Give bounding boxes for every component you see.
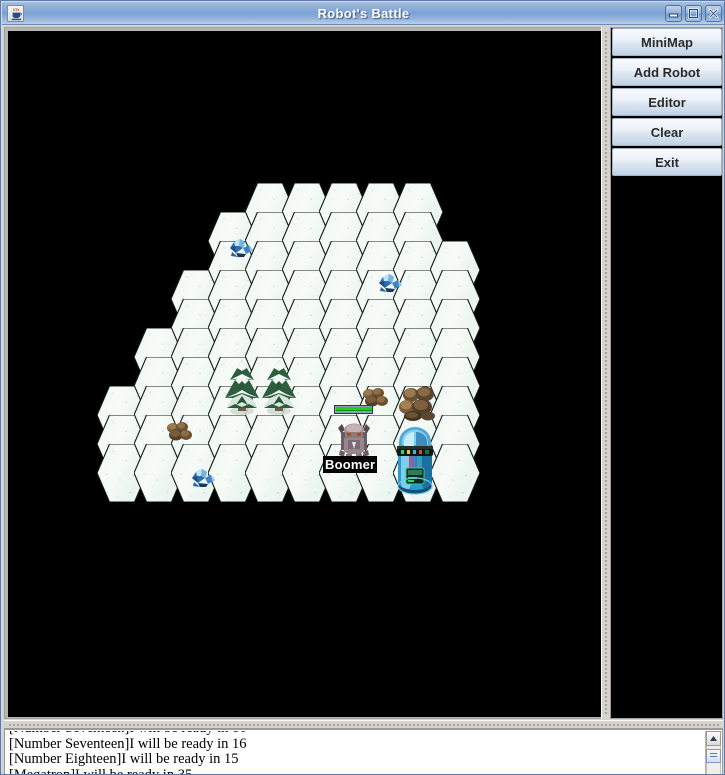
scrollbar-thumb[interactable] <box>706 749 721 763</box>
map-hex-tile[interactable] <box>430 444 480 502</box>
scroll-up-arrow-icon[interactable] <box>706 731 721 746</box>
health-bar-fill <box>336 407 372 411</box>
exit-button[interactable]: Exit <box>612 148 722 176</box>
control-button-stack: MiniMap Add Robot Editor Clear Exit <box>612 28 722 178</box>
pine-tree-icon[interactable] <box>258 358 300 416</box>
close-button[interactable] <box>705 5 722 22</box>
minimize-button[interactable] <box>665 5 682 22</box>
unit-health-bar <box>334 405 373 414</box>
hex-fill <box>430 444 480 502</box>
splitter-grip-dots <box>604 31 609 715</box>
teleport-pod-icon[interactable] <box>394 426 436 496</box>
scrollbar-thumb-grip <box>710 753 717 759</box>
splitter-grip-dots <box>8 723 719 728</box>
add-robot-button[interactable]: Add Robot <box>612 58 722 86</box>
window-content: Boomer MiniMap Add Robot Editor Clear Ex… <box>2 25 724 775</box>
boulder-pile-icon[interactable] <box>398 385 438 426</box>
pine-tree-icon[interactable] <box>221 358 263 416</box>
ice-crystal-icon[interactable] <box>189 463 219 489</box>
game-canvas[interactable]: Boomer <box>8 31 602 717</box>
vertical-splitter[interactable] <box>601 27 611 719</box>
message-log-viewport[interactable]: [Number Seventeen]I will be ready in 16 … <box>6 731 706 775</box>
clear-button[interactable]: Clear <box>612 118 722 146</box>
ice-crystal-icon[interactable] <box>376 268 406 294</box>
application-window: Robot's Battle Boomer MiniMap Add Robot … <box>0 0 725 775</box>
window-title: Robot's Battle <box>317 6 410 21</box>
message-log-lines: [Number Seventeen]I will be ready in 16 … <box>9 731 699 775</box>
minimap-button[interactable]: MiniMap <box>612 28 722 56</box>
boulder-icon[interactable] <box>165 420 193 442</box>
control-panel: MiniMap Add Robot Editor Clear Exit <box>611 27 723 719</box>
horizontal-splitter[interactable] <box>4 720 723 729</box>
title-bar: Robot's Battle <box>2 2 724 25</box>
maximize-button[interactable] <box>685 5 702 22</box>
main-split-pane: Boomer MiniMap Add Robot Editor Clear Ex… <box>4 27 723 719</box>
log-vertical-scrollbar[interactable] <box>705 731 721 774</box>
unit-name-label: Boomer <box>323 456 378 473</box>
game-view-border: Boomer <box>4 27 602 719</box>
ice-crystal-icon[interactable] <box>227 233 257 259</box>
log-line: [Number Seventeen]I will be ready in 16 <box>9 735 247 752</box>
log-line: [Number Eighteen]I will be ready in 15 <box>9 751 239 767</box>
message-log-panel: [Number Seventeen]I will be ready in 16 … <box>4 729 723 775</box>
editor-button[interactable]: Editor <box>612 88 722 116</box>
log-line: [Megatron]I will be ready in 35 <box>9 766 193 775</box>
